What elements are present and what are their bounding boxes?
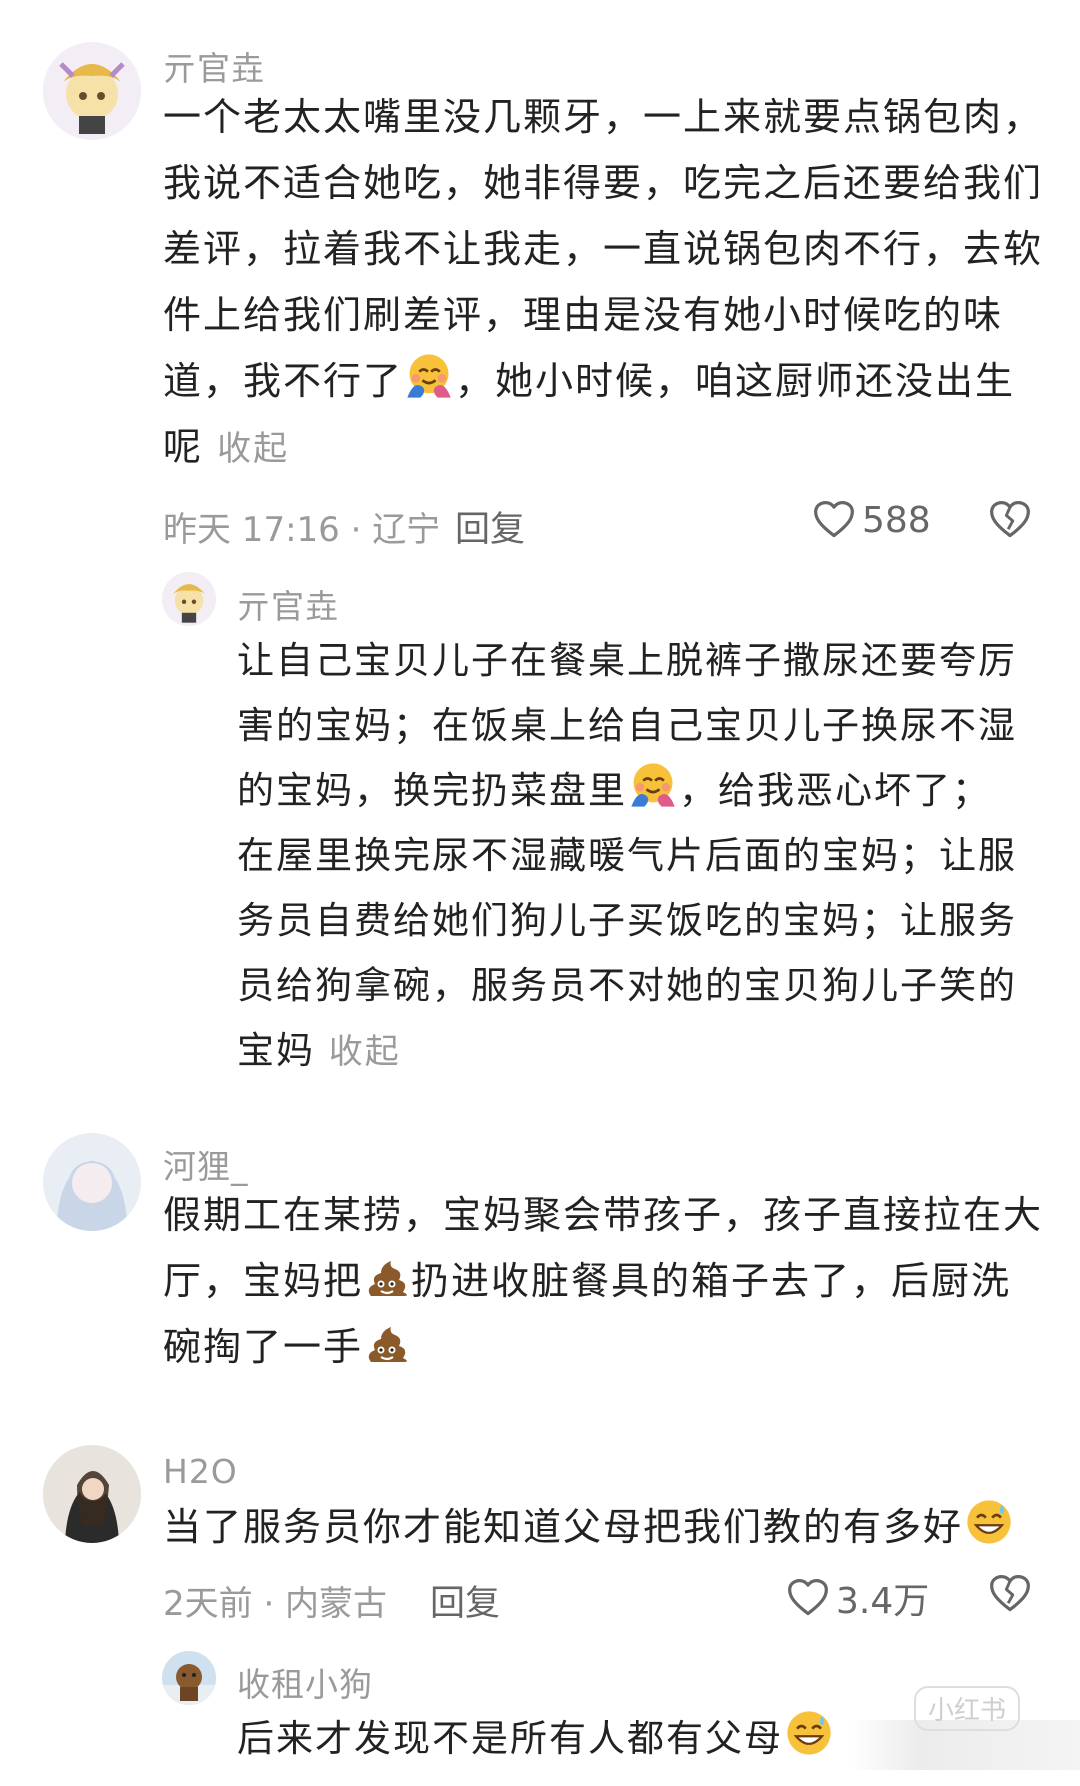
text-line: 一个老太太嘴里没几颗牙，一上来就要点锅包肉， <box>163 95 1044 139</box>
text-line: 厅，宝妈把 扔进收脏餐具的箱子去了，后厨洗 <box>163 1248 1043 1314</box>
text-line: 我说不适合她吃，她非得要，吃完之后还要给我们 <box>163 161 1044 205</box>
collapse-link[interactable]: 收起 <box>329 1032 401 1072</box>
like-button[interactable]: 588 <box>812 498 931 542</box>
broken-heart-icon <box>988 1572 1032 1616</box>
pile-of-poo-emoji-icon <box>363 1320 411 1368</box>
like-count: 3.4万 <box>836 1581 930 1622</box>
text-segment: 道，我不行了 <box>163 359 404 403</box>
comment-username[interactable]: 河狸_ <box>163 1140 249 1188</box>
text-segment: 当了服务员你才能知道父母把我们教的有多好 <box>163 1505 964 1549</box>
text-segment: 呢 <box>163 425 204 469</box>
avatar[interactable] <box>43 1445 141 1543</box>
dislike-button[interactable] <box>988 498 1032 546</box>
text-line: 碗掏了一手 <box>163 1314 1043 1380</box>
hugging-face-emoji-icon <box>403 350 455 402</box>
heart-icon <box>786 1576 830 1620</box>
text-line: 呢 收起 <box>163 414 1043 482</box>
text-line: 道，我不行了 ，她小时候，咱这厨师还没出生 <box>163 348 1043 414</box>
comment-username[interactable]: 收租小狗 <box>237 1658 373 1706</box>
text-line: 务员自费给她们狗儿子买饭吃的宝妈；让服务 <box>237 899 1017 942</box>
heart-icon <box>812 498 856 542</box>
text-segment: 的宝妈，换完扔菜盘里 <box>237 769 627 812</box>
text-line: 让自己宝贝儿子在餐桌上脱裤子撒尿还要夸厉 <box>237 639 1017 682</box>
hugging-face-emoji-icon <box>627 759 679 811</box>
broken-heart-icon <box>988 498 1032 542</box>
text-line: 件上给我们刷差评，理由是没有她小时候吃的味 <box>163 293 1004 337</box>
like-count: 588 <box>862 499 931 541</box>
like-button[interactable]: 3.4万 <box>786 1572 929 1624</box>
text-segment: 厅，宝妈把 <box>163 1259 364 1303</box>
text-line: 宝妈 收起 <box>237 1018 1047 1085</box>
reply-button[interactable]: 回复 <box>455 501 525 552</box>
avatar[interactable] <box>43 1133 141 1231</box>
text-segment: ，她小时候，咱这厨师还没出生 <box>455 359 1016 403</box>
text-segment: 扔进收脏餐具的箱子去了，后厨洗 <box>411 1259 1012 1303</box>
avatar[interactable] <box>162 572 216 626</box>
comment-username[interactable]: 亓官垚 <box>237 580 339 628</box>
comment-username[interactable]: 亓官垚 <box>163 42 265 90</box>
grinning-sweat-emoji-icon <box>783 1707 835 1759</box>
comment-text: 假期工在某捞，宝妈聚会带孩子，孩子直接拉在大 厅，宝妈把 扔进收脏餐具的箱子去了，… <box>163 1182 1043 1380</box>
grinning-sweat-emoji-icon <box>963 1496 1015 1548</box>
comment-text: 让自己宝贝儿子在餐桌上脱裤子撒尿还要夸厉 害的宝妈；在饭桌上给自己宝贝儿子换尿不… <box>237 628 1047 1085</box>
reply-button[interactable]: 回复 <box>430 1575 500 1626</box>
text-line: 当了服务员你才能知道父母把我们教的有多好 <box>163 1494 1043 1560</box>
collapse-link[interactable]: 收起 <box>217 429 289 469</box>
comment-time-location: 昨天 17:16 · 辽宁 <box>163 510 441 550</box>
text-line: 害的宝妈；在饭桌上给自己宝贝儿子换尿不湿 <box>237 704 1017 747</box>
text-segment: 碗掏了一手 <box>163 1325 364 1369</box>
avatar[interactable] <box>162 1651 216 1705</box>
text-line: 的宝妈，换完扔菜盘里 ，给我恶心坏了； <box>237 758 1047 823</box>
text-segment: ，给我恶心坏了； <box>679 769 991 812</box>
avatar[interactable] <box>43 42 141 140</box>
watermark: 小红书 <box>913 1686 1020 1731</box>
pile-of-poo-emoji-icon <box>363 1254 411 1302</box>
text-segment: 宝妈 <box>237 1029 315 1072</box>
text-line: 假期工在某捞，宝妈聚会带孩子，孩子直接拉在大 <box>163 1193 1044 1237</box>
comment-text: 当了服务员你才能知道父母把我们教的有多好 <box>163 1494 1043 1560</box>
comment-time-location: 2天前 · 内蒙古 <box>163 1584 388 1624</box>
dislike-button[interactable] <box>988 1572 1032 1620</box>
comment-text: 一个老太太嘴里没几颗牙，一上来就要点锅包肉， 我说不适合她吃，她非得要，吃完之后… <box>163 84 1043 482</box>
text-line: 差评，拉着我不让我走，一直说锅包肉不行，去软 <box>163 227 1044 271</box>
text-segment: 后来才发现不是所有人都有父母 <box>237 1717 783 1760</box>
text-line: 在屋里换完尿不湿藏暖气片后面的宝妈；让服 <box>237 834 1017 877</box>
comment-username[interactable]: H2O <box>163 1452 238 1491</box>
text-line: 员给狗拿碗，服务员不对她的宝贝狗儿子笑的 <box>237 964 1017 1007</box>
